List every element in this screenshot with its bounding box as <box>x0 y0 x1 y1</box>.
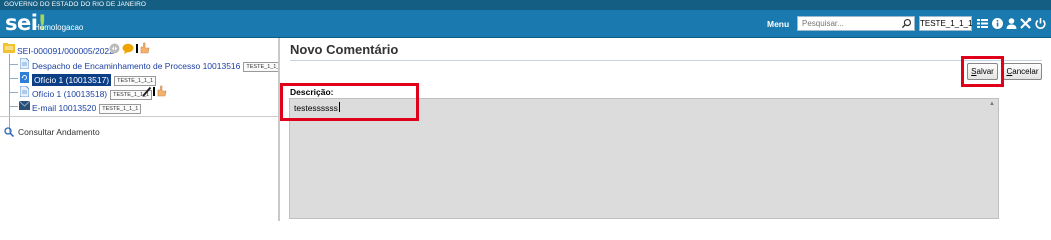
separator-mark <box>136 44 138 53</box>
highlight-box-description <box>280 83 419 121</box>
selected-document-link[interactable]: Ofício 1 (10013517) <box>32 74 112 86</box>
tree-divider <box>0 116 278 117</box>
email-icon <box>19 101 30 110</box>
comment-icon[interactable] <box>122 43 134 54</box>
title-rule <box>290 60 1042 61</box>
tree-line <box>9 54 10 132</box>
search-input[interactable] <box>798 17 898 30</box>
folder-icon <box>3 43 15 53</box>
page-title: Novo Comentário <box>290 42 399 57</box>
marker-icon[interactable] <box>109 43 120 54</box>
document-link[interactable]: Despacho de Encaminhamento de Processo 1… <box>32 61 240 71</box>
process-number-link[interactable]: SEI-000091/000005/2022 <box>17 46 114 56</box>
document-link[interactable]: E-mail 10013520 <box>32 103 96 113</box>
separator-mark <box>153 87 155 96</box>
tree-item-email: E-mail 10013520 TESTE_1_1_1 <box>32 100 142 114</box>
menu-link[interactable]: Menu <box>767 19 789 29</box>
user-unit-selector[interactable]: TESTE_1_1_1 <box>919 16 972 31</box>
government-bar: GOVERNO DO ESTADO DO RIO DE JANEIRO <box>0 0 1051 10</box>
refresh-document-icon <box>20 72 29 83</box>
scroll-up-arrow[interactable]: ▲ <box>989 101 995 107</box>
list-icon[interactable] <box>976 16 989 31</box>
tree-line <box>9 78 18 79</box>
magnifier-icon <box>4 127 14 137</box>
comment-form-pane: Novo Comentário Salvar Cancelar Descriçã… <box>280 38 1051 221</box>
consultar-andamento-link[interactable]: Consultar Andamento <box>18 127 100 137</box>
search-box <box>797 16 915 31</box>
cancel-button[interactable]: Cancelar <box>1003 63 1042 80</box>
government-bar-text: GOVERNO DO ESTADO DO RIO DE JANEIRO <box>4 1 147 8</box>
tree-line <box>9 106 18 107</box>
tree-line <box>9 64 18 65</box>
tree-item-oficio-selected: Ofício 1 (10013517) TESTE_1_1_1 <box>32 72 157 86</box>
document-link[interactable]: Ofício 1 (10013518) <box>32 89 107 99</box>
document-icon <box>20 86 29 97</box>
hand-icon[interactable] <box>139 42 150 54</box>
tree-item-despacho: Despacho de Encaminhamento de Processo 1… <box>32 58 286 72</box>
unit-tag: TESTE_1_1_1 <box>99 104 142 114</box>
user-icon[interactable] <box>1005 16 1018 31</box>
tree-process-row: SEI-000091/000005/2022 <box>17 43 114 57</box>
process-tree-pane: SEI-000091/000005/2022 Despacho de Encam… <box>0 38 286 221</box>
power-icon[interactable] <box>1034 16 1047 31</box>
tree-item-oficio: Ofício 1 (10013518) TESTE_1_1_1 <box>32 86 153 100</box>
top-header: sei! Homologacao Menu TESTE_1_1_1 <box>0 10 1051 38</box>
hand-icon[interactable] <box>156 85 167 97</box>
unit-tag: TESTE_1_1_1 <box>114 76 157 86</box>
search-icon[interactable] <box>901 18 912 29</box>
document-icon <box>20 58 29 69</box>
tree-line <box>9 92 18 93</box>
tools-icon[interactable] <box>1019 16 1032 31</box>
pen-icon[interactable] <box>142 86 152 97</box>
info-icon[interactable] <box>991 16 1004 31</box>
environment-label: Homologacao <box>34 23 84 32</box>
highlight-box-save <box>961 56 1004 87</box>
